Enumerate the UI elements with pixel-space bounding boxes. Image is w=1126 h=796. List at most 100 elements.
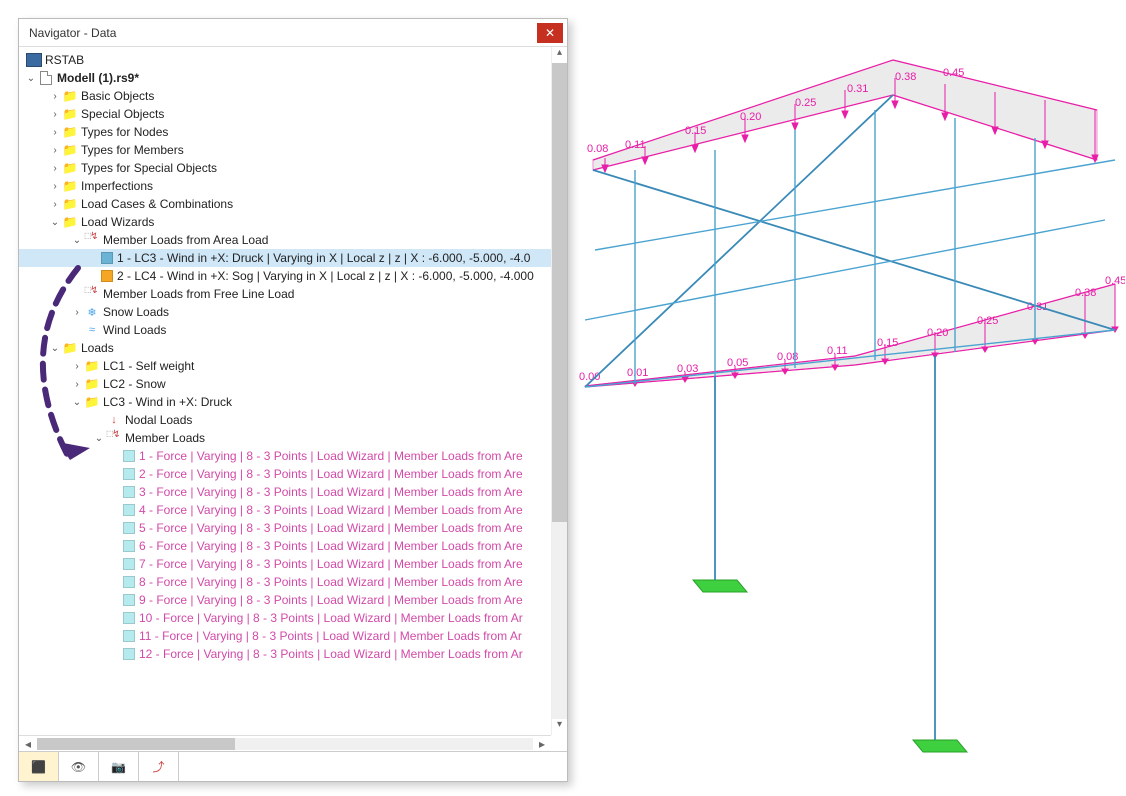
chevron-right-icon[interactable]: › [49, 91, 61, 102]
panel-title: Navigator - Data [29, 26, 537, 40]
folder-icon [61, 88, 79, 104]
chevron-down-icon[interactable]: ⌄ [49, 217, 61, 228]
scroll-left-icon[interactable]: ◂ [19, 737, 37, 751]
tab-display[interactable]: 👁 [59, 752, 99, 781]
app-icon [26, 53, 42, 67]
color-swatch-icon [123, 558, 135, 570]
folder-icon [61, 124, 79, 140]
scroll-up-icon[interactable]: ▴ [552, 47, 567, 63]
scroll-thumb[interactable] [552, 63, 567, 522]
panel-header: Navigator - Data ✕ [19, 19, 567, 47]
chevron-down-icon[interactable]: ⌄ [25, 73, 37, 84]
wizard-item-2[interactable]: 2 - LC4 - Wind in +X: Sog | Varying in X… [19, 267, 567, 285]
folder-lc3[interactable]: ⌄LC3 - Wind in +X: Druck [19, 393, 567, 411]
nodal-loads[interactable]: ↓Nodal Loads [19, 411, 567, 429]
chevron-right-icon[interactable]: › [49, 181, 61, 192]
wizard-item-1[interactable]: 1 - LC3 - Wind in +X: Druck | Varying in… [19, 249, 567, 267]
generated-load-item[interactable]: 12 - Force | Varying | 8 - 3 Points | Lo… [19, 645, 567, 663]
color-swatch-icon [123, 504, 135, 516]
folder-icon [61, 214, 79, 230]
folder-load-wizards[interactable]: ⌄Load Wizards [19, 213, 567, 231]
folder-icon [61, 178, 79, 194]
generated-load-item[interactable]: 9 - Force | Varying | 8 - 3 Points | Loa… [19, 591, 567, 609]
generated-load-item[interactable]: 3 - Force | Varying | 8 - 3 Points | Loa… [19, 483, 567, 501]
nodal-load-icon: ↓ [105, 412, 123, 428]
generated-load-item[interactable]: 11 - Force | Varying | 8 - 3 Points | Lo… [19, 627, 567, 645]
generated-load-item[interactable]: 10 - Force | Varying | 8 - 3 Points | Lo… [19, 609, 567, 627]
color-swatch-icon [123, 594, 135, 606]
generated-load-item[interactable]: 1 - Force | Varying | 8 - 3 Points | Loa… [19, 447, 567, 465]
folder-lc1[interactable]: ›LC1 - Self weight [19, 357, 567, 375]
chevron-right-icon[interactable]: › [71, 379, 83, 390]
chevron-down-icon[interactable]: ⌄ [71, 397, 83, 408]
folder-icon [83, 376, 101, 392]
chevron-right-icon[interactable]: › [71, 307, 83, 318]
wizard-area-load[interactable]: ⌄Member Loads from Area Load [19, 231, 567, 249]
folder-icon [83, 394, 101, 410]
folder-types-nodes[interactable]: ›Types for Nodes [19, 123, 567, 141]
folder-loads[interactable]: ⌄Loads [19, 339, 567, 357]
scroll-track[interactable] [37, 738, 533, 750]
folder-types-members[interactable]: ›Types for Members [19, 141, 567, 159]
chart-icon: ⤴ [152, 758, 164, 775]
chevron-right-icon[interactable]: › [71, 361, 83, 372]
generated-load-item[interactable]: 5 - Force | Varying | 8 - 3 Points | Loa… [19, 519, 567, 537]
wizard-icon [84, 287, 100, 301]
color-swatch-icon [123, 468, 135, 480]
horizontal-scrollbar[interactable]: ◂ ▸ [19, 735, 551, 751]
folder-basic[interactable]: ›Basic Objects [19, 87, 567, 105]
wizard-line-load[interactable]: Member Loads from Free Line Load [19, 285, 567, 303]
folder-imperfections[interactable]: ›Imperfections [19, 177, 567, 195]
color-swatch-icon [101, 252, 113, 264]
folder-icon [61, 160, 79, 176]
color-swatch-icon [123, 540, 135, 552]
load-value: 0.25 [795, 97, 816, 109]
document-icon [40, 71, 52, 85]
scroll-down-icon[interactable]: ▾ [552, 719, 567, 735]
tree-container: RSTAB ⌄ Modell (1).rs9* ›Basic Objects ›… [19, 47, 567, 751]
tab-results[interactable]: ⤴ [139, 752, 179, 781]
navigator-panel: Navigator - Data ✕ RSTAB ⌄ Modell (1).rs… [18, 18, 568, 782]
folder-types-special[interactable]: ›Types for Special Objects [19, 159, 567, 177]
load-value: 0.45 [1105, 275, 1125, 287]
chevron-right-icon[interactable]: › [49, 163, 61, 174]
generated-load-item[interactable]: 7 - Force | Varying | 8 - 3 Points | Loa… [19, 555, 567, 573]
scroll-right-icon[interactable]: ▸ [533, 737, 551, 751]
folder-wind[interactable]: ≈Wind Loads [19, 321, 567, 339]
load-value: 0.20 [927, 327, 948, 339]
chevron-right-icon[interactable]: › [49, 145, 61, 156]
folder-special[interactable]: ›Special Objects [19, 105, 567, 123]
load-value: 0.11 [625, 139, 646, 151]
load-value: 0.08 [587, 143, 608, 155]
snowflake-icon: ❄ [83, 304, 101, 320]
model-viewport[interactable]: 0.08 0.11 0.15 0.20 0.25 0.31 0.38 0.45 … [575, 40, 1125, 780]
generated-load-item[interactable]: 6 - Force | Varying | 8 - 3 Points | Loa… [19, 537, 567, 555]
chevron-right-icon[interactable]: › [49, 199, 61, 210]
load-value: 0.38 [1075, 287, 1096, 299]
root-model[interactable]: ⌄ Modell (1).rs9* [19, 69, 567, 87]
chevron-down-icon[interactable]: ⌄ [49, 343, 61, 354]
tab-data[interactable]: ⬛ [19, 752, 59, 781]
folder-lc2[interactable]: ›LC2 - Snow [19, 375, 567, 393]
tab-views[interactable]: 📷 [99, 752, 139, 781]
chevron-right-icon[interactable]: › [49, 127, 61, 138]
vertical-scrollbar[interactable]: ▴ ▾ [551, 47, 567, 735]
load-value: 0.45 [943, 67, 964, 79]
chevron-right-icon[interactable]: › [49, 109, 61, 120]
panel-toolbar: ⬛ 👁 📷 ⤴ [19, 751, 567, 781]
scroll-track[interactable] [552, 63, 567, 719]
navigator-tree[interactable]: RSTAB ⌄ Modell (1).rs9* ›Basic Objects ›… [19, 47, 567, 735]
folder-snow[interactable]: ›❄Snow Loads [19, 303, 567, 321]
wizard-icon [84, 233, 100, 247]
folder-load-cases[interactable]: ›Load Cases & Combinations [19, 195, 567, 213]
root-app[interactable]: RSTAB [19, 51, 567, 69]
generated-load-item[interactable]: 2 - Force | Varying | 8 - 3 Points | Loa… [19, 465, 567, 483]
color-swatch-icon [123, 612, 135, 624]
chevron-down-icon[interactable]: ⌄ [93, 433, 105, 444]
scroll-thumb[interactable] [37, 738, 235, 750]
chevron-down-icon[interactable]: ⌄ [71, 235, 83, 246]
close-button[interactable]: ✕ [537, 23, 563, 43]
generated-load-item[interactable]: 8 - Force | Varying | 8 - 3 Points | Loa… [19, 573, 567, 591]
member-loads[interactable]: ⌄Member Loads [19, 429, 567, 447]
generated-load-item[interactable]: 4 - Force | Varying | 8 - 3 Points | Loa… [19, 501, 567, 519]
